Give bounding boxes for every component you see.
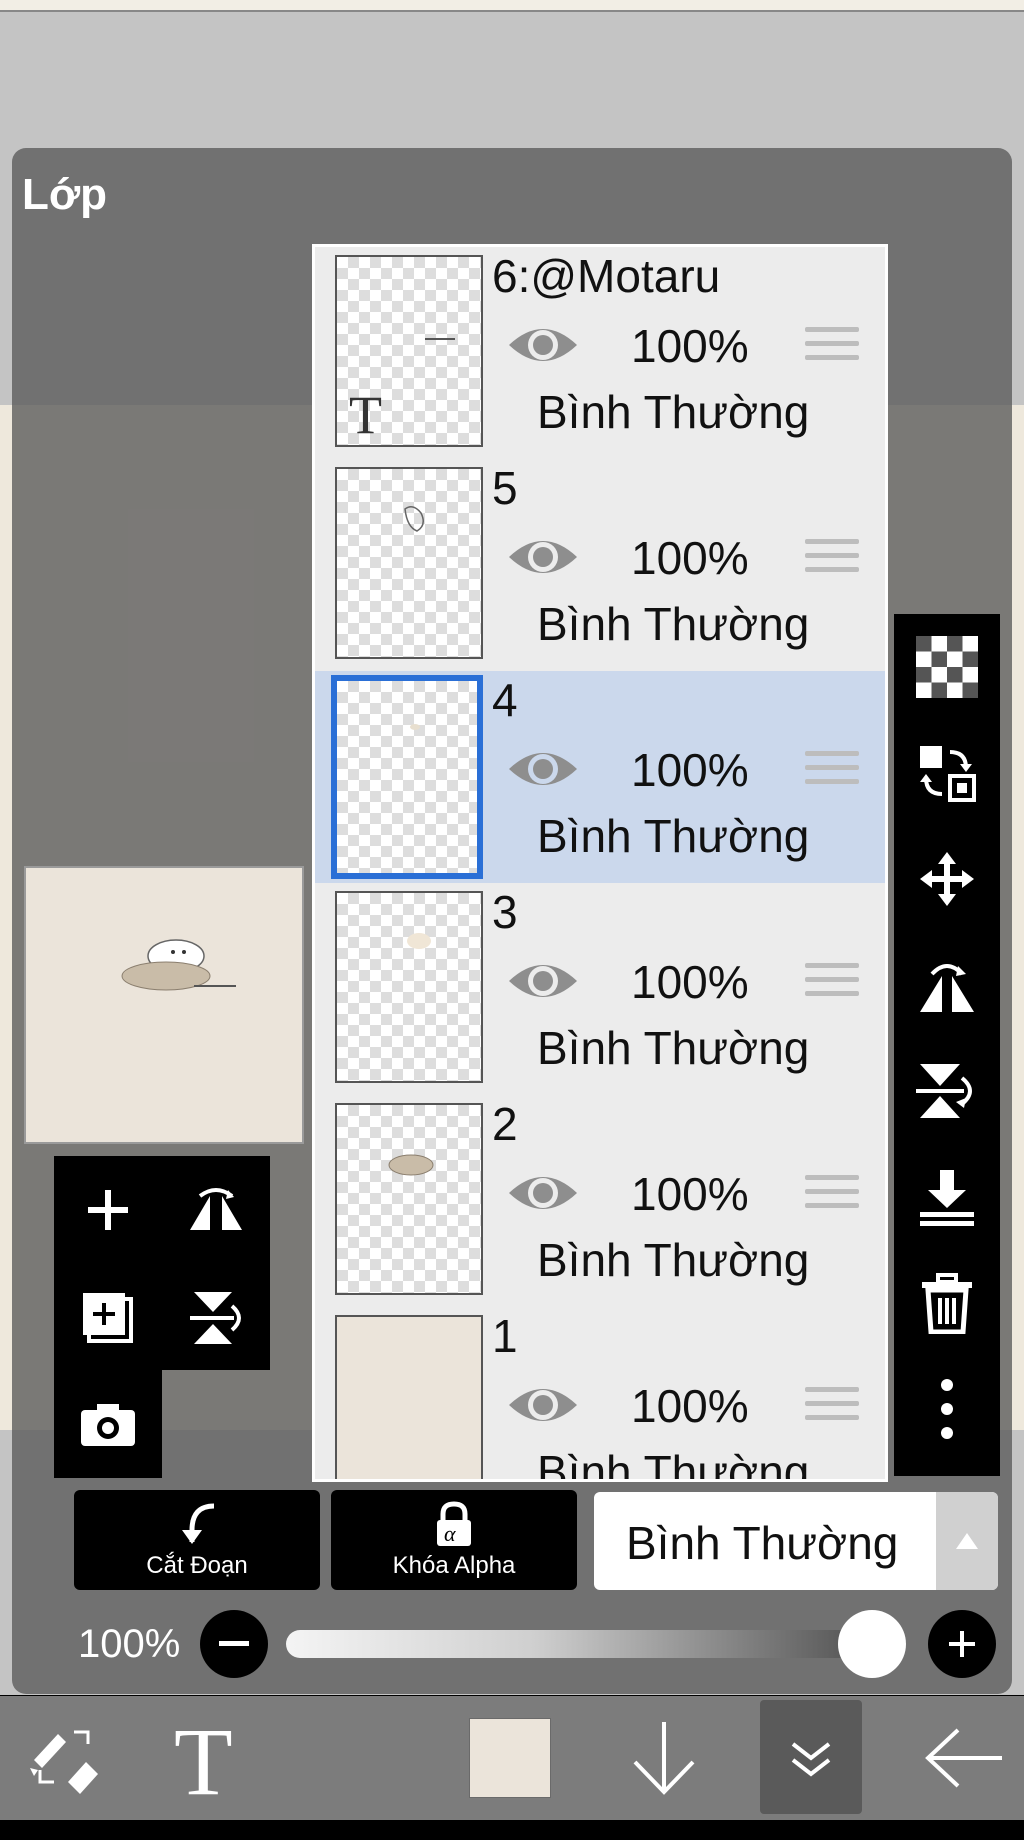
opacity-increase-button[interactable] [928,1610,996,1678]
drag-handle-icon[interactable] [805,963,859,1007]
clipping-button[interactable]: Cắt Đoạn [74,1490,320,1590]
layer-row-selected[interactable]: 4 100% Bình Thường [315,671,885,885]
layer-row[interactable]: 3 100% Bình Thường [315,883,885,1097]
alpha-lock-label: Khóa Alpha [392,1552,516,1579]
back-icon[interactable] [912,1700,1016,1816]
visibility-eye-icon[interactable] [505,743,581,795]
visibility-eye-icon[interactable] [505,1167,581,1219]
left-toolbox [54,1156,270,1370]
swap-brush-icon[interactable] [12,1700,116,1816]
move-icon[interactable] [894,826,1000,932]
layer-name: 4 [492,674,518,726]
layer-thumbnail [335,891,483,1083]
layer-opacity: 100% [631,1168,749,1220]
layer-name: 1 [492,1310,518,1362]
opacity-label: 100% [78,1622,181,1666]
layer-blend-mode: Bình Thường [537,1022,810,1074]
layer-opacity: 100% [631,956,749,1008]
layer-blend-mode: Bình Thường [537,1234,810,1286]
flip-vertical-icon[interactable] [894,1038,1000,1144]
opacity-slider-track[interactable] [286,1630,906,1658]
right-toolbar [894,614,1000,1476]
layer-opacity: 100% [631,744,749,796]
layer-thumbnail [331,675,483,879]
drag-handle-icon[interactable] [805,327,859,371]
layer-thumbnail: T [335,255,483,447]
chevron-up-icon [936,1492,998,1590]
plus-icon [949,1631,975,1657]
layer-name: 3 [492,886,518,938]
flip-vertical-icon[interactable] [162,1264,270,1372]
text-layer-icon: T [349,385,382,445]
layer-blend-mode: Bình Thường [537,598,810,650]
layer-thumbnail [335,467,483,659]
status-strip [0,0,1024,12]
layer-opacity: 100% [631,1380,749,1432]
blend-mode-value: Bình Thường [626,1517,899,1569]
minus-icon [219,1641,249,1646]
drag-handle-icon[interactable] [805,539,859,583]
layer-opacity: 100% [631,532,749,584]
visibility-eye-icon[interactable] [505,1379,581,1431]
lock-icon: α [437,1501,471,1546]
layer-name: 2 [492,1098,518,1150]
layer-row[interactable]: T 6:@Motaru 100% Bình Thường [315,247,885,461]
svg-text:α: α [444,1521,456,1546]
arrow-down-icon[interactable] [612,1700,716,1816]
more-icon[interactable] [894,1356,1000,1462]
flip-horizontal-icon[interactable] [894,932,1000,1038]
opacity-slider-thumb[interactable] [838,1610,906,1678]
system-nav-strip [0,1820,1024,1840]
preview-artwork [121,939,236,991]
duplicate-layer-icon[interactable] [54,1264,162,1372]
drag-handle-icon[interactable] [805,1387,859,1431]
layer-row[interactable]: 1 100% Bình Thường [315,1307,885,1482]
flip-horizontal-icon[interactable] [162,1156,270,1264]
layer-blend-mode: Bình Thường [537,1446,810,1482]
layer-row[interactable]: 5 100% Bình Thường [315,459,885,673]
panel-title: Lớp [22,170,108,219]
layer-name: 5 [492,462,518,514]
text-tool-icon[interactable]: T [160,1700,264,1816]
merge-down-icon[interactable] [894,1144,1000,1250]
visibility-eye-icon[interactable] [505,531,581,583]
trash-icon[interactable] [894,1250,1000,1356]
swap-icon[interactable] [894,720,1000,826]
layer-row[interactable]: 2 100% Bình Thường [315,1095,885,1309]
layer-blend-mode: Bình Thường [537,810,810,862]
drag-handle-icon[interactable] [805,1175,859,1219]
clip-arrow-icon [182,1503,215,1544]
layer-opacity: 100% [631,320,749,372]
layer-name: 6:@Motaru [492,250,721,302]
add-layer-icon[interactable] [54,1156,162,1264]
alpha-lock-button[interactable]: α Khóa Alpha [331,1490,577,1590]
camera-icon[interactable] [54,1370,162,1478]
opacity-decrease-button[interactable] [200,1610,268,1678]
layer-thumbnail [335,1103,483,1295]
layers-list[interactable]: T 6:@Motaru 100% Bình Thường 5 100% Bình… [312,244,888,1482]
canvas-preview[interactable] [24,866,304,1144]
layer-thumbnail [335,1315,483,1479]
visibility-eye-icon[interactable] [505,319,581,371]
color-swatch[interactable] [458,1700,562,1816]
layer-blend-mode: Bình Thường [537,386,810,438]
collapse-icon[interactable] [760,1700,862,1816]
clipping-label: Cắt Đoạn [146,1552,248,1579]
svg-text:T: T [174,1716,233,1800]
blend-mode-select[interactable]: Bình Thường [594,1492,998,1590]
drag-handle-icon[interactable] [805,751,859,795]
visibility-eye-icon[interactable] [505,955,581,1007]
left-toolbox-camera [54,1370,162,1478]
transparency-icon[interactable] [894,614,1000,720]
